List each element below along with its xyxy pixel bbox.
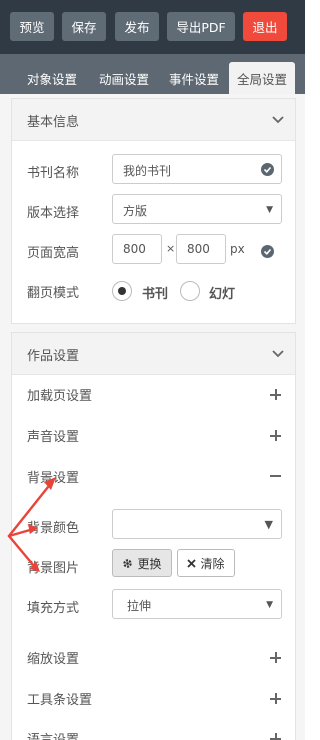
page-height-input[interactable]: 800 [176, 234, 226, 264]
exit-button[interactable]: 退出 [243, 12, 287, 41]
work-settings-header[interactable]: 作品设置 [12, 333, 295, 375]
export-pdf-button[interactable]: 导出PDF [167, 12, 235, 41]
fill-mode-label: 填充方式 [27, 601, 80, 616]
toolbar-settings[interactable]: 工具条设置 [27, 689, 92, 708]
check-icon [261, 163, 274, 176]
flip-slide-label: 幻灯 [209, 287, 236, 302]
preview-button[interactable]: 预览 [10, 12, 54, 41]
dropdown-arrow-icon: ▼ [266, 205, 273, 215]
background-settings[interactable]: 背景设置 [27, 467, 79, 486]
basic-info-header[interactable]: 基本信息 [12, 99, 295, 141]
dropdown-arrow-icon: ▼ [264, 518, 273, 531]
background-image-label: 背景图片 [27, 561, 80, 576]
tab-global-settings[interactable]: 全局设置 [229, 62, 295, 94]
language-settings[interactable]: 语言设置 [27, 729, 79, 740]
page-width-input[interactable]: 800 [112, 234, 162, 264]
flip-book-radio[interactable] [112, 281, 132, 301]
work-settings-panel: 作品设置 加载页设置 声音设置 背景设置 背景颜色 ▼ 背景图片 更换 清除 填… [11, 332, 296, 740]
version-label: 版本选择 [27, 206, 80, 221]
flip-mode-label: 翻页模式 [27, 286, 80, 301]
background-color-select[interactable]: ▼ [112, 509, 282, 539]
flip-slide-radio[interactable] [180, 281, 200, 301]
expand-plus-icon[interactable] [270, 693, 281, 704]
check-icon [261, 245, 274, 258]
loading-page-settings[interactable]: 加载页设置 [27, 385, 92, 404]
expand-plus-icon[interactable] [270, 652, 281, 663]
expand-plus-icon[interactable] [270, 733, 281, 740]
chevron-down-icon[interactable] [271, 347, 285, 361]
zoom-settings[interactable]: 缩放设置 [27, 648, 79, 667]
clear-image-button[interactable]: 清除 [177, 549, 235, 577]
gear-icon [123, 558, 133, 568]
unit-label: px [230, 242, 245, 256]
times-sign: × [166, 242, 176, 255]
page-size-label: 页面宽高 [27, 246, 80, 261]
save-button[interactable]: 保存 [62, 12, 106, 41]
basic-info-title: 基本信息 [27, 115, 80, 130]
expand-plus-icon[interactable] [270, 389, 281, 400]
tab-event-settings[interactable]: 事件设置 [162, 62, 226, 94]
tab-object-settings[interactable]: 对象设置 [20, 62, 84, 94]
book-name-input[interactable]: 我的书刊 [112, 154, 282, 184]
close-icon [187, 558, 197, 568]
publish-button[interactable]: 发布 [115, 12, 159, 41]
book-name-label: 书刊名称 [27, 166, 80, 181]
version-select[interactable]: 方版 ▼ [112, 194, 282, 224]
replace-image-button[interactable]: 更换 [112, 549, 172, 577]
sound-settings[interactable]: 声音设置 [27, 426, 79, 445]
background-color-label: 背景颜色 [27, 521, 80, 536]
collapse-minus-icon[interactable] [270, 475, 281, 477]
settings-content: 基本信息 书刊名称 我的书刊 版本选择 方版 ▼ 页面宽高 800 × 800 … [0, 94, 305, 740]
dropdown-arrow-icon: ▼ [266, 600, 273, 610]
flip-book-label: 书刊 [142, 287, 169, 302]
fill-mode-select[interactable]: 拉伸 ▼ [112, 589, 282, 619]
work-settings-title: 作品设置 [27, 349, 80, 364]
expand-plus-icon[interactable] [270, 430, 281, 441]
settings-tabs: 对象设置 动画设置 事件设置 全局设置 [0, 54, 305, 94]
top-toolbar: 预览 保存 发布 导出PDF 退出 [0, 0, 305, 54]
chevron-down-icon[interactable] [271, 113, 285, 127]
tab-animation-settings[interactable]: 动画设置 [92, 62, 156, 94]
basic-info-panel: 基本信息 书刊名称 我的书刊 版本选择 方版 ▼ 页面宽高 800 × 800 … [11, 98, 296, 324]
